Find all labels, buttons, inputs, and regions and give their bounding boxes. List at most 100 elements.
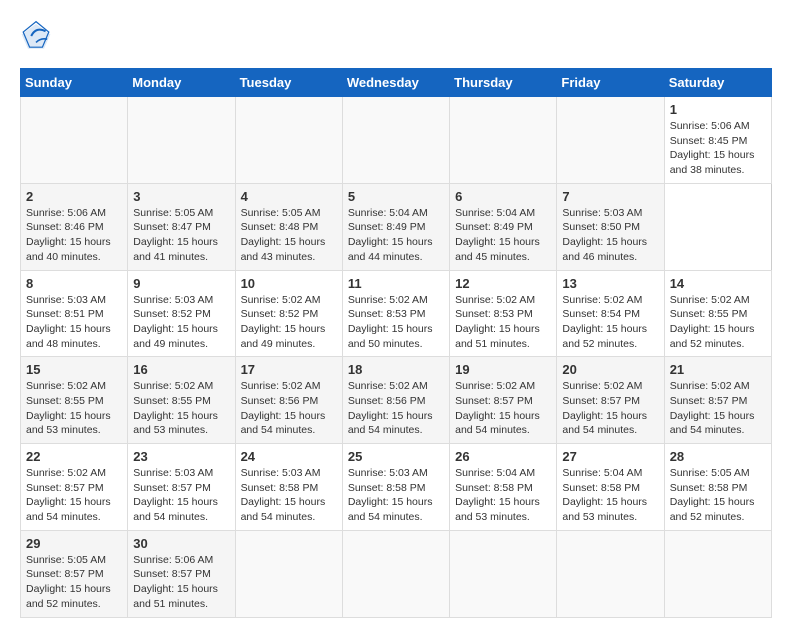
- day-info: Sunrise: 5:02 AMSunset: 8:55 PMDaylight:…: [26, 379, 122, 438]
- calendar-cell: 24Sunrise: 5:03 AMSunset: 8:58 PMDayligh…: [235, 444, 342, 531]
- page-header: [20, 20, 772, 52]
- calendar-week-5: 22Sunrise: 5:02 AMSunset: 8:57 PMDayligh…: [21, 444, 772, 531]
- day-info: Sunrise: 5:03 AMSunset: 8:51 PMDaylight:…: [26, 293, 122, 352]
- day-number: 17: [241, 362, 337, 377]
- calendar-cell: 11Sunrise: 5:02 AMSunset: 8:53 PMDayligh…: [342, 270, 449, 357]
- day-info: Sunrise: 5:02 AMSunset: 8:53 PMDaylight:…: [455, 293, 551, 352]
- day-info: Sunrise: 5:03 AMSunset: 8:58 PMDaylight:…: [241, 466, 337, 525]
- day-info: Sunrise: 5:03 AMSunset: 8:52 PMDaylight:…: [133, 293, 229, 352]
- day-number: 20: [562, 362, 658, 377]
- day-number: 25: [348, 449, 444, 464]
- day-info: Sunrise: 5:06 AMSunset: 8:46 PMDaylight:…: [26, 206, 122, 265]
- calendar-cell: 4Sunrise: 5:05 AMSunset: 8:48 PMDaylight…: [235, 183, 342, 270]
- day-number: 7: [562, 189, 658, 204]
- calendar-week-3: 8 Sunrise: 5:03 AMSunset: 8:51 PMDaylight…: [21, 270, 772, 357]
- day-number: 21: [670, 362, 766, 377]
- calendar-cell: 20 Sunrise: 5:02 AMSunset: 8:57 PMDayligh…: [557, 357, 664, 444]
- calendar-cell: 22Sunrise: 5:02 AMSunset: 8:57 PMDayligh…: [21, 444, 128, 531]
- logo: [20, 20, 56, 52]
- calendar-cell: 29 Sunrise: 5:05 AMSunset: 8:57 PMDayligh…: [21, 530, 128, 617]
- calendar-cell: 23 Sunrise: 5:03 AMSunset: 8:57 PMDayligh…: [128, 444, 235, 531]
- calendar-cell: 6 Sunrise: 5:04 AMSunset: 8:49 PMDaylight…: [450, 183, 557, 270]
- calendar-header-saturday: Saturday: [664, 69, 771, 97]
- calendar-cell: 12Sunrise: 5:02 AMSunset: 8:53 PMDayligh…: [450, 270, 557, 357]
- day-number: 6: [455, 189, 551, 204]
- day-number: 9: [133, 276, 229, 291]
- calendar-week-1: 1 Sunrise: 5:06 AMSunset: 8:45 PMDaylight…: [21, 97, 772, 184]
- day-number: 5: [348, 189, 444, 204]
- day-info: Sunrise: 5:03 AMSunset: 8:57 PMDaylight:…: [133, 466, 229, 525]
- day-info: Sunrise: 5:05 AMSunset: 8:57 PMDaylight:…: [26, 553, 122, 612]
- day-info: Sunrise: 5:06 AMSunset: 8:57 PMDaylight:…: [133, 553, 229, 612]
- day-number: 16: [133, 362, 229, 377]
- day-info: Sunrise: 5:04 AMSunset: 8:58 PMDaylight:…: [455, 466, 551, 525]
- day-info: Sunrise: 5:02 AMSunset: 8:57 PMDaylight:…: [670, 379, 766, 438]
- calendar-header-tuesday: Tuesday: [235, 69, 342, 97]
- day-info: Sunrise: 5:03 AMSunset: 8:58 PMDaylight:…: [348, 466, 444, 525]
- day-number: 28: [670, 449, 766, 464]
- day-number: 22: [26, 449, 122, 464]
- calendar-cell: 16 Sunrise: 5:02 AMSunset: 8:55 PMDayligh…: [128, 357, 235, 444]
- calendar-cell: 1 Sunrise: 5:06 AMSunset: 8:45 PMDaylight…: [664, 97, 771, 184]
- calendar-cell: 25 Sunrise: 5:03 AMSunset: 8:58 PMDayligh…: [342, 444, 449, 531]
- calendar-header-row: SundayMondayTuesdayWednesdayThursdayFrid…: [21, 69, 772, 97]
- calendar-cell: 17 Sunrise: 5:02 AMSunset: 8:56 PMDayligh…: [235, 357, 342, 444]
- calendar-cell: 21 Sunrise: 5:02 AMSunset: 8:57 PMDayligh…: [664, 357, 771, 444]
- day-number: 23: [133, 449, 229, 464]
- day-info: Sunrise: 5:05 AMSunset: 8:47 PMDaylight:…: [133, 206, 229, 265]
- calendar-cell: 30Sunrise: 5:06 AMSunset: 8:57 PMDayligh…: [128, 530, 235, 617]
- day-info: Sunrise: 5:02 AMSunset: 8:56 PMDaylight:…: [348, 379, 444, 438]
- calendar-table: SundayMondayTuesdayWednesdayThursdayFrid…: [20, 68, 772, 618]
- day-number: 29: [26, 536, 122, 551]
- day-info: Sunrise: 5:05 AMSunset: 8:48 PMDaylight:…: [241, 206, 337, 265]
- day-info: Sunrise: 5:02 AMSunset: 8:56 PMDaylight:…: [241, 379, 337, 438]
- day-info: Sunrise: 5:02 AMSunset: 8:55 PMDaylight:…: [670, 293, 766, 352]
- calendar-cell: 27 Sunrise: 5:04 AMSunset: 8:58 PMDayligh…: [557, 444, 664, 531]
- day-info: Sunrise: 5:06 AMSunset: 8:45 PMDaylight:…: [670, 119, 766, 178]
- calendar-cell: 28 Sunrise: 5:05 AMSunset: 8:58 PMDayligh…: [664, 444, 771, 531]
- day-number: 18: [348, 362, 444, 377]
- calendar-week-6: 29 Sunrise: 5:05 AMSunset: 8:57 PMDayligh…: [21, 530, 772, 617]
- calendar-cell: [128, 97, 235, 184]
- calendar-cell: 8 Sunrise: 5:03 AMSunset: 8:51 PMDaylight…: [21, 270, 128, 357]
- calendar-cell: 3Sunrise: 5:05 AMSunset: 8:47 PMDaylight…: [128, 183, 235, 270]
- calendar-cell: 9 Sunrise: 5:03 AMSunset: 8:52 PMDaylight…: [128, 270, 235, 357]
- day-info: Sunrise: 5:02 AMSunset: 8:54 PMDaylight:…: [562, 293, 658, 352]
- day-info: Sunrise: 5:02 AMSunset: 8:52 PMDaylight:…: [241, 293, 337, 352]
- calendar-header-wednesday: Wednesday: [342, 69, 449, 97]
- calendar-week-2: 2Sunrise: 5:06 AMSunset: 8:46 PMDaylight…: [21, 183, 772, 270]
- calendar-cell: [450, 530, 557, 617]
- day-info: Sunrise: 5:04 AMSunset: 8:58 PMDaylight:…: [562, 466, 658, 525]
- calendar-cell: [342, 97, 449, 184]
- calendar-header-monday: Monday: [128, 69, 235, 97]
- day-number: 14: [670, 276, 766, 291]
- logo-icon: [20, 20, 52, 52]
- day-info: Sunrise: 5:02 AMSunset: 8:53 PMDaylight:…: [348, 293, 444, 352]
- day-info: Sunrise: 5:02 AMSunset: 8:55 PMDaylight:…: [133, 379, 229, 438]
- calendar-cell: 26Sunrise: 5:04 AMSunset: 8:58 PMDayligh…: [450, 444, 557, 531]
- calendar-header-sunday: Sunday: [21, 69, 128, 97]
- day-number: 19: [455, 362, 551, 377]
- calendar-cell: [342, 530, 449, 617]
- day-info: Sunrise: 5:02 AMSunset: 8:57 PMDaylight:…: [562, 379, 658, 438]
- day-number: 8: [26, 276, 122, 291]
- calendar-cell: [235, 530, 342, 617]
- calendar-cell: 19Sunrise: 5:02 AMSunset: 8:57 PMDayligh…: [450, 357, 557, 444]
- day-number: 13: [562, 276, 658, 291]
- calendar-cell: 7 Sunrise: 5:03 AMSunset: 8:50 PMDaylight…: [557, 183, 664, 270]
- calendar-cell: 15Sunrise: 5:02 AMSunset: 8:55 PMDayligh…: [21, 357, 128, 444]
- day-number: 1: [670, 102, 766, 117]
- calendar-cell: [235, 97, 342, 184]
- calendar-cell: [450, 97, 557, 184]
- calendar-week-4: 15Sunrise: 5:02 AMSunset: 8:55 PMDayligh…: [21, 357, 772, 444]
- calendar-header-friday: Friday: [557, 69, 664, 97]
- day-info: Sunrise: 5:04 AMSunset: 8:49 PMDaylight:…: [455, 206, 551, 265]
- day-info: Sunrise: 5:05 AMSunset: 8:58 PMDaylight:…: [670, 466, 766, 525]
- calendar-cell: 13 Sunrise: 5:02 AMSunset: 8:54 PMDayligh…: [557, 270, 664, 357]
- day-number: 27: [562, 449, 658, 464]
- calendar-cell: 10 Sunrise: 5:02 AMSunset: 8:52 PMDayligh…: [235, 270, 342, 357]
- day-info: Sunrise: 5:03 AMSunset: 8:50 PMDaylight:…: [562, 206, 658, 265]
- day-number: 10: [241, 276, 337, 291]
- calendar-cell: [21, 97, 128, 184]
- calendar-cell: [557, 97, 664, 184]
